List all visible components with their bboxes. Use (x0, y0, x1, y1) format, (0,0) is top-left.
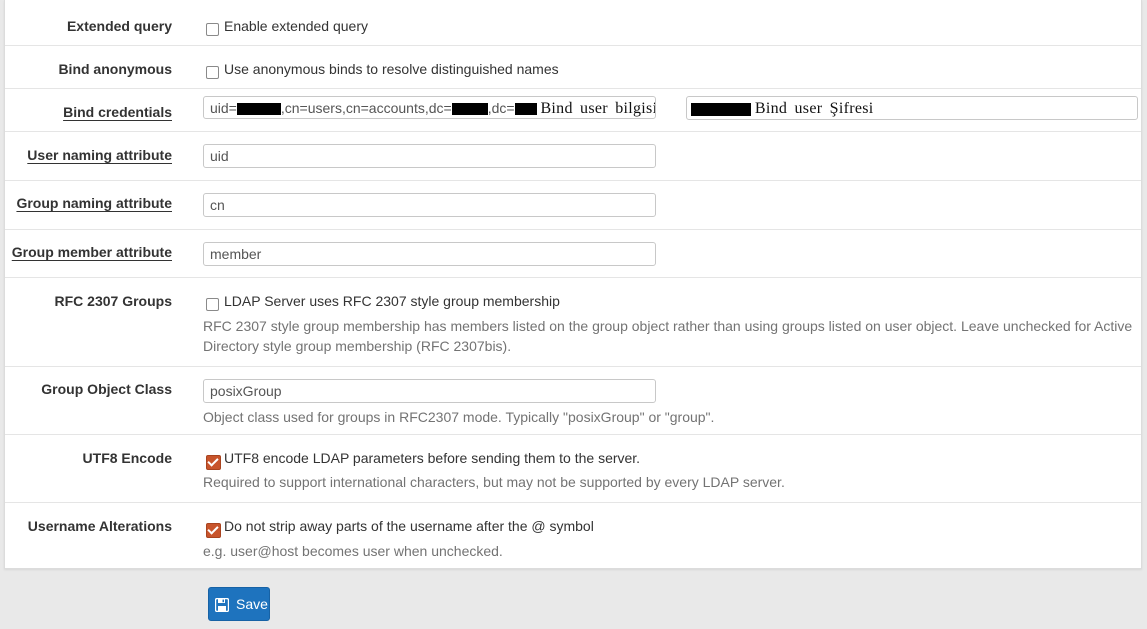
bind-anonymous-label: Bind anonymous (58, 61, 172, 77)
row-bind-credentials: Bind credentials uid= ,cn=users,cn=accoun… (5, 89, 1141, 132)
group-object-class-help: Object class used for groups in RFC2307 … (203, 409, 715, 425)
row-group-naming-attribute: Group naming attribute cn (5, 181, 1141, 230)
bind-user-seg2: ,dc= (487, 100, 515, 116)
group-naming-attribute-input[interactable]: cn (203, 193, 656, 217)
floppy-disk-icon (215, 598, 229, 612)
redaction-block (451, 103, 488, 116)
redaction-block (514, 103, 537, 116)
save-button[interactable]: Save (208, 587, 270, 621)
bind-password-input[interactable]: Bind user Şifresi (686, 96, 1138, 120)
row-group-member-attribute: Group member attribute member (5, 230, 1141, 278)
rfc2307-groups-label: RFC 2307 Groups (54, 293, 172, 309)
extended-query-checkbox-text: Enable extended query (224, 18, 368, 34)
save-button-label: Save (236, 596, 268, 612)
utf8-encode-label: UTF8 Encode (82, 450, 172, 466)
bind-user-input[interactable]: uid= ,cn=users,cn=accounts,dc= ,dc= Bind u… (203, 96, 656, 119)
ldap-settings-panel: Extended query Enable extended query Bin… (4, 0, 1142, 569)
username-alterations-label: Username Alterations (27, 518, 172, 534)
group-member-attribute-input[interactable]: member (203, 242, 656, 266)
user-naming-attribute-label: User naming attribute (27, 147, 172, 163)
row-bind-anonymous: Bind anonymous Use anonymous binds to re… (5, 46, 1141, 89)
redaction-block (236, 103, 281, 116)
bind-anonymous-checkbox-text: Use anonymous binds to resolve distingui… (224, 61, 559, 77)
username-alterations-checkbox-text: Do not strip away parts of the username … (224, 518, 594, 534)
bind-user-prefix: uid= (210, 100, 237, 116)
username-alterations-checkbox[interactable] (206, 523, 221, 538)
row-user-naming-attribute: User naming attribute uid (5, 132, 1141, 181)
group-member-attribute-label: Group member attribute (11, 244, 172, 260)
utf8-encode-checkbox-text: UTF8 encode LDAP parameters before sendi… (224, 450, 641, 466)
bind-anonymous-checkbox[interactable] (206, 66, 219, 79)
username-alterations-help: e.g. user@host becomes user when uncheck… (203, 543, 503, 559)
extended-query-checkbox[interactable] (206, 23, 219, 36)
utf8-encode-checkbox[interactable] (206, 455, 221, 470)
utf8-encode-help: Required to support international charac… (203, 474, 785, 490)
row-utf8-encode: UTF8 Encode UTF8 encode LDAP parameters … (5, 435, 1141, 503)
rfc2307-groups-help: RFC 2307 style group membership has memb… (203, 318, 1133, 354)
user-naming-attribute-input[interactable]: uid (203, 144, 656, 168)
group-naming-attribute-label: Group naming attribute (16, 195, 172, 211)
group-object-class-input[interactable]: posixGroup (203, 379, 656, 403)
bind-user-seg1: ,cn=users,cn=accounts,dc= (280, 100, 452, 116)
row-extended-query: Extended query Enable extended query (5, 0, 1141, 46)
group-object-class-label: Group Object Class (41, 381, 172, 397)
row-rfc2307-groups: RFC 2307 Groups LDAP Server uses RFC 230… (5, 278, 1141, 367)
redaction-block (691, 102, 751, 116)
extended-query-label: Extended query (66, 18, 172, 34)
rfc2307-groups-checkbox-text: LDAP Server uses RFC 2307 style group me… (224, 293, 560, 309)
bind-password-annotation: Bind user Şifresi (754, 100, 874, 117)
bind-credentials-label: Bind credentials (63, 104, 172, 120)
bind-user-annotation: Bind user bilgisi (540, 100, 656, 117)
row-username-alterations: Username Alterations Do not strip away p… (5, 503, 1141, 569)
rfc2307-groups-checkbox[interactable] (206, 298, 219, 311)
row-group-object-class: Group Object Class posixGroup Object cla… (5, 367, 1141, 435)
